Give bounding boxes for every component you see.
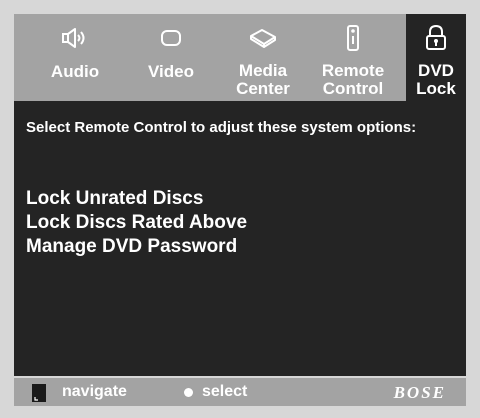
tab-media-center-label-1: Media xyxy=(238,61,288,80)
speaker-icon xyxy=(32,26,118,50)
select-hint: select xyxy=(202,383,248,400)
bose-logo: BOSE xyxy=(393,383,446,402)
option-lock-unrated-discs[interactable]: Lock Unrated Discs xyxy=(26,187,203,211)
select-dot-icon xyxy=(184,388,193,397)
tab-media-center[interactable]: Media Center xyxy=(220,14,306,101)
tab-remote-control[interactable]: Remote Control xyxy=(310,14,396,101)
tab-video-label: Video xyxy=(148,62,194,81)
option-manage-dvd-password[interactable]: Manage DVD Password xyxy=(26,235,237,259)
dvd-lock-menu-screen: Audio Video Media Center Remote Control … xyxy=(0,0,480,418)
tab-audio-label: Audio xyxy=(50,62,100,81)
tab-dvd-lock-label-2: Lock xyxy=(416,79,456,98)
option-lock-discs-rated-above[interactable]: Lock Discs Rated Above xyxy=(26,211,247,235)
tab-media-center-label-2: Center xyxy=(236,79,290,98)
navigate-icon xyxy=(32,384,46,407)
tab-remote-control-label-2: Control xyxy=(322,79,384,98)
tab-video[interactable]: Video xyxy=(128,14,214,101)
screen-icon xyxy=(128,26,214,50)
navigate-hint: navigate xyxy=(62,383,127,400)
padlock-icon xyxy=(406,25,466,50)
tab-remote-control-label-1: Remote xyxy=(321,61,385,80)
tab-dvd-lock-label-1: DVD xyxy=(418,61,454,80)
media-center-icon xyxy=(220,26,306,50)
options-panel: Select Remote Control to adjust these sy… xyxy=(14,101,466,376)
remote-icon xyxy=(310,25,396,51)
menu-tab-bar: Audio Video Media Center Remote Control … xyxy=(14,14,466,101)
tab-audio[interactable]: Audio xyxy=(32,14,118,101)
footer-bar: navigate select BOSE xyxy=(14,378,466,406)
instruction-text: Select Remote Control to adjust these sy… xyxy=(26,119,417,136)
tab-dvd-lock[interactable]: DVD Lock xyxy=(406,14,466,101)
